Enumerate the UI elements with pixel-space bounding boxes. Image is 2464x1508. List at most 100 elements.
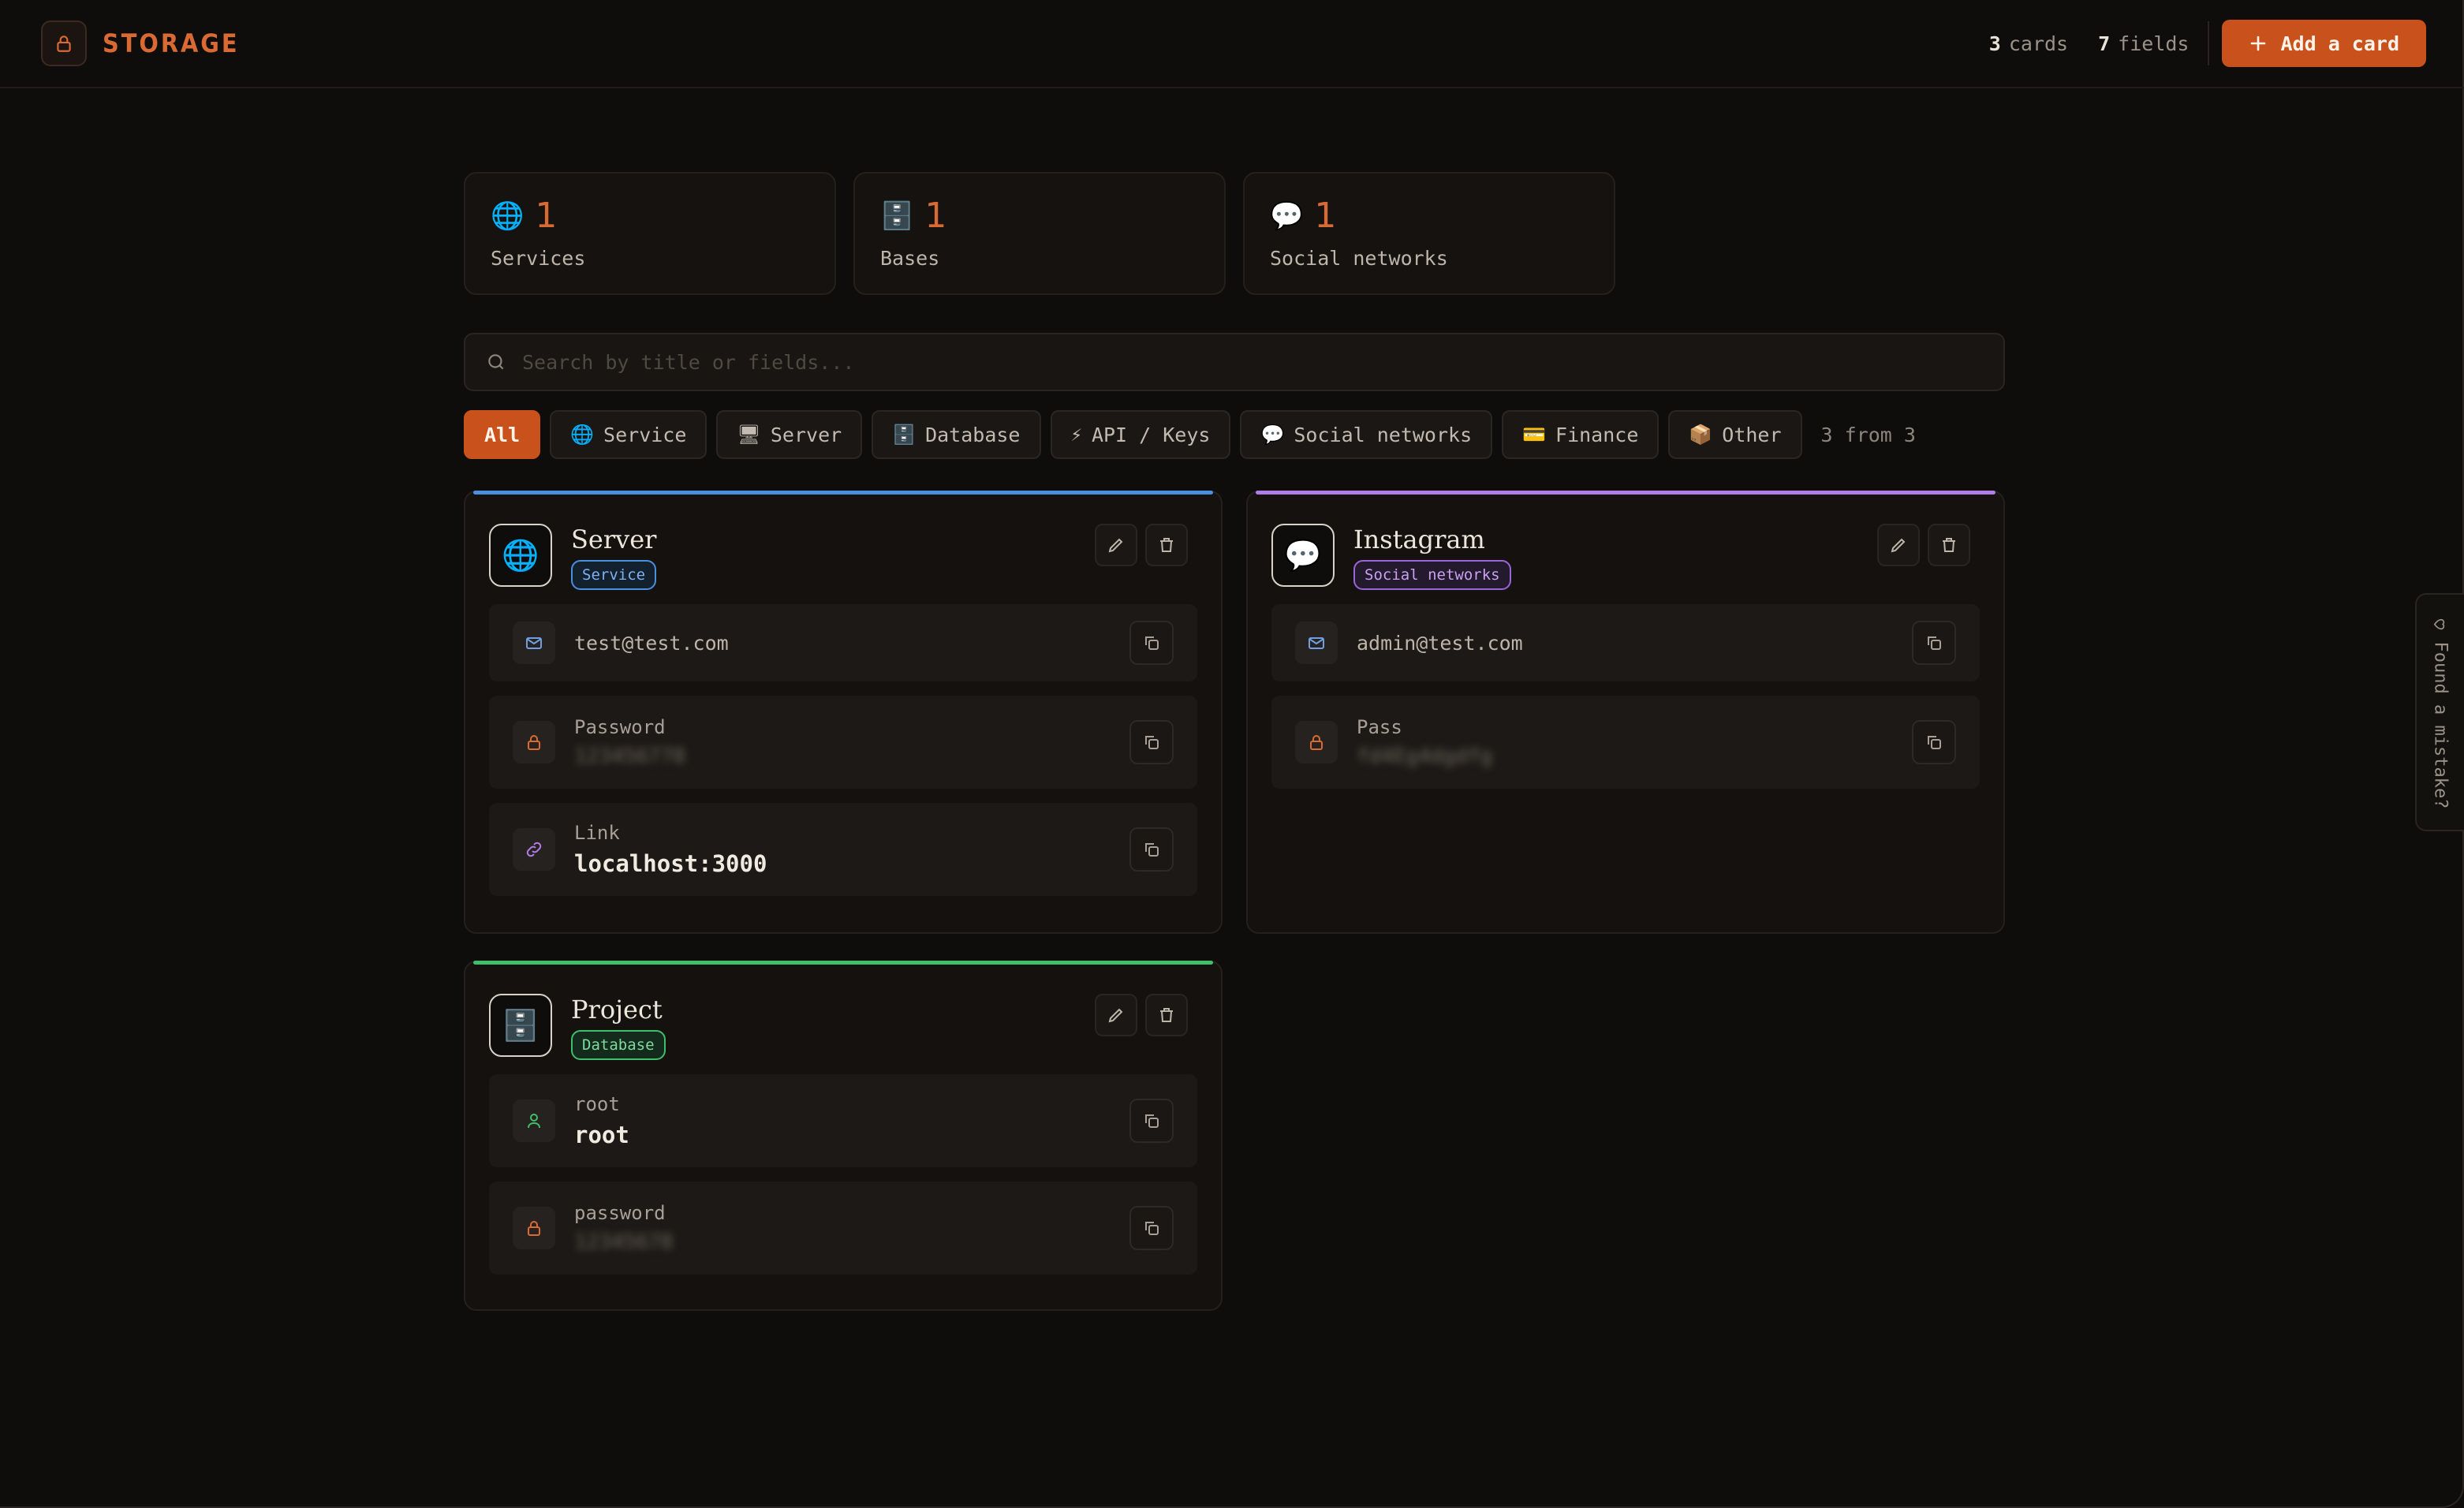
field-label: root [574,1093,620,1115]
search-bar [464,333,2005,391]
filter-other[interactable]: 📦 Other [1668,410,1802,459]
filter-label: Finance [1555,423,1639,446]
cards-label: cards [2008,32,2069,55]
field-label: Password [574,716,666,738]
card-title: Project [571,995,663,1025]
field-label: password [574,1202,666,1224]
lock-icon [528,1221,540,1236]
delete-button[interactable] [1928,524,1970,566]
category-badge: Social networks [1353,560,1511,590]
field-label: Pass [1357,716,1402,738]
stat-value: 1 [535,196,558,236]
card-title: Instagram [1353,524,1485,554]
field-value-masked: fd4Eg4dgdfg [1357,745,1493,768]
filter-bar: All 🌐 Service 🖥 Server 🗄️ Database ⚡ API… [464,410,1916,459]
mail-icon [1309,637,1324,649]
credit-card-icon: 💳 [1522,424,1547,446]
cards-count: 3 [1988,32,2001,55]
lightning-icon: ⚡ [1070,424,1082,446]
copy-button[interactable] [1129,621,1174,665]
file-cabinet-icon: 🗄️ [880,200,914,232]
search-input[interactable] [522,350,1983,374]
field-value-masked: 123456778 [574,745,685,768]
app-title: STORAGE [103,28,240,58]
copy-icon [1928,736,1941,749]
filter-label: Database [925,423,1021,446]
filter-server[interactable]: 🖥 Server [716,410,863,459]
lock-icon [57,35,71,52]
logo [41,21,87,66]
copy-icon [1145,843,1159,857]
stat-card-services: 🌐 1 Services [464,172,836,295]
stat-value: 1 [1314,196,1337,236]
pencil-icon [1108,538,1123,553]
copy-icon [1145,1222,1159,1235]
edit-button[interactable] [1095,994,1137,1036]
stat-value: 1 [924,196,947,236]
desktop-computer-icon: 🖥 [737,424,761,446]
field-label: Link [574,822,620,844]
copy-icon [1145,736,1159,749]
filter-label: Other [1722,423,1782,446]
feedback-tab[interactable]: Found a mistake? [2415,593,2464,831]
stat-label: Services [491,247,586,270]
filter-social-networks[interactable]: 💬 Social networks [1240,410,1493,459]
filter-api-keys[interactable]: ⚡ API / Keys [1050,410,1231,459]
add-card-label: Add a card [2280,32,2399,55]
pencil-icon [1108,1008,1123,1023]
category-badge: Service [571,560,657,590]
field-username: root root [489,1074,1197,1167]
fields-label: fields [2118,32,2190,55]
copy-button[interactable] [1912,621,1956,665]
speech-bubble-icon: 💬 [1260,424,1285,446]
mail-icon [526,637,542,649]
delete-button[interactable] [1145,994,1188,1036]
pencil-icon [1891,538,1906,553]
filter-all[interactable]: All [464,410,541,459]
top-bar: STORAGE 3 cards 7 fields Add a card [0,0,2464,88]
globe-icon: 🌐 [491,200,525,232]
filter-finance[interactable]: 💳 Finance [1502,410,1659,459]
plus-icon [2251,35,2266,51]
copy-icon [1928,636,1941,650]
field-value: localhost:3000 [574,850,767,877]
edit-button[interactable] [1877,524,1920,566]
filter-service[interactable]: 🌐 Service [550,410,707,459]
copy-button[interactable] [1129,1099,1174,1143]
field-password: Password 123456778 [489,696,1197,789]
copy-button[interactable] [1129,1206,1174,1250]
speech-bubble-icon: 💬 [1271,524,1335,587]
copy-button[interactable] [1129,720,1174,764]
filter-label: API / Keys [1091,423,1211,446]
copy-icon [1145,636,1159,650]
filter-database[interactable]: 🗄️ Database [872,410,1041,459]
field-value: root [574,1122,629,1148]
heart-icon [2434,618,2445,629]
field-password: Pass fd4Eg4dgdfg [1271,696,1980,789]
copy-button[interactable] [1912,720,1956,764]
card-accent-line [473,491,1213,495]
stat-label: Social networks [1270,247,1448,270]
copy-button[interactable] [1129,827,1174,872]
card-title: Server [571,524,657,554]
search-icon [488,354,504,370]
field-value: test@test.com [574,631,729,655]
add-card-button[interactable]: Add a card [2222,20,2426,67]
edit-button[interactable] [1095,524,1137,566]
header-stats: 3 cards 7 fields [1989,32,2190,55]
filter-label: Service [603,423,687,446]
lock-icon [1310,735,1323,750]
copy-icon [1145,1114,1159,1128]
field-email: test@test.com [489,604,1197,681]
category-badge: Database [571,1030,666,1060]
speech-bubble-icon: 💬 [1270,200,1304,232]
page-frame [0,0,2464,1508]
lock-icon [528,735,540,750]
user-icon [528,1114,540,1129]
feedback-label: Found a mistake? [2430,641,2451,808]
stat-card-social: 💬 1 Social networks [1243,172,1615,295]
field-password: password 12345678 [489,1181,1197,1275]
link-icon [526,842,542,857]
delete-button[interactable] [1145,524,1188,566]
field-value-masked: 12345678 [574,1230,674,1254]
